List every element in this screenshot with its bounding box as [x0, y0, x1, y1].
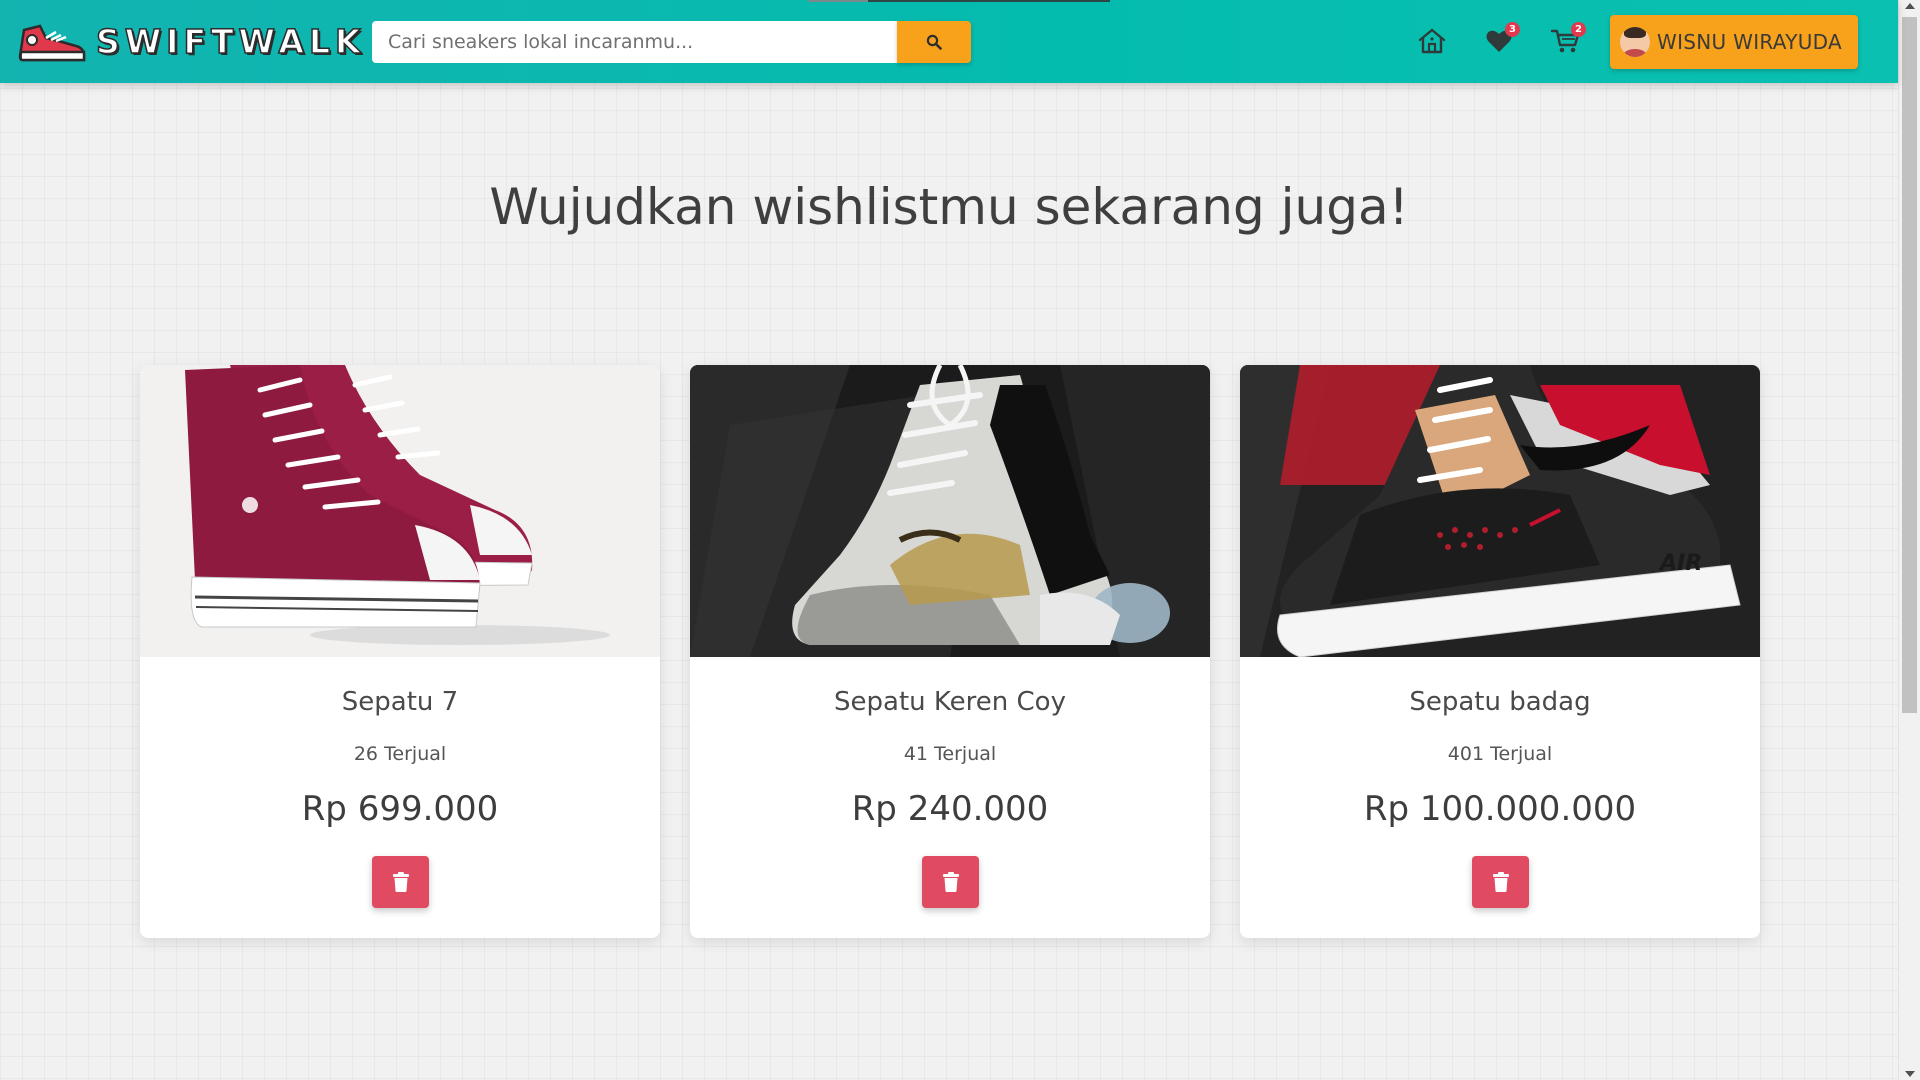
scroll-down-arrow-icon[interactable] — [1905, 1071, 1915, 1077]
trash-icon — [1492, 872, 1509, 892]
product-card[interactable]: AIR Sepatu badag 401 Terjual Rp 100.000.… — [1240, 365, 1760, 938]
product-price: Rp 100.000.000 — [1363, 789, 1637, 829]
brand-link[interactable]: SWIFTWALK — [18, 18, 366, 64]
navbar: SWIFTWALK 3 2 — [0, 0, 1898, 83]
svg-text:AIR: AIR — [1658, 551, 1702, 576]
user-name: WISNU WIRAYUDA — [1657, 30, 1843, 54]
brand-name: SWIFTWALK — [95, 21, 366, 62]
product-sold-count: 401 Terjual — [1447, 743, 1553, 765]
product-card[interactable]: Sepatu 7 26 Terjual Rp 699.000 — [140, 365, 660, 938]
delete-button[interactable] — [1472, 856, 1529, 908]
wishlist-count-badge: 3 — [1505, 22, 1520, 37]
trash-icon — [942, 872, 959, 892]
search-input[interactable] — [372, 21, 897, 63]
search-button[interactable] — [897, 21, 971, 63]
home-icon — [1418, 28, 1446, 54]
search-icon — [926, 34, 942, 50]
product-image[interactable] — [140, 365, 660, 657]
product-sold-count: 26 Terjual — [353, 743, 447, 765]
delete-button[interactable] — [922, 856, 979, 908]
scroll-up-arrow-icon[interactable] — [1905, 3, 1915, 9]
search-bar — [372, 21, 971, 63]
user-menu-button[interactable]: WISNU WIRAYUDA — [1610, 15, 1858, 69]
product-image[interactable]: AIR — [1240, 365, 1760, 657]
home-link[interactable] — [1415, 24, 1449, 58]
product-name: Sepatu 7 — [341, 687, 459, 717]
product-price: Rp 699.000 — [301, 789, 499, 829]
cart-link[interactable]: 2 — [1548, 22, 1586, 58]
product-card[interactable]: Sepatu Keren Coy 41 Terjual Rp 240.000 — [690, 365, 1210, 938]
delete-button[interactable] — [372, 856, 429, 908]
cart-count-badge: 2 — [1571, 22, 1586, 37]
product-name: Sepatu Keren Coy — [834, 687, 1066, 717]
scroll-thumb[interactable] — [1902, 17, 1917, 713]
top-divider — [808, 0, 1110, 2]
product-name: Sepatu badag — [1409, 687, 1591, 717]
scrollbar[interactable] — [1898, 0, 1920, 1080]
product-price: Rp 240.000 — [851, 789, 1049, 829]
avatar — [1620, 27, 1650, 57]
sneaker-logo-icon — [18, 24, 86, 62]
wishlist-link[interactable]: 3 — [1482, 22, 1520, 58]
product-sold-count: 41 Terjual — [903, 743, 997, 765]
product-image[interactable] — [690, 365, 1210, 657]
page-title: Wujudkan wishlistmu sekarang juga! — [489, 178, 1409, 236]
trash-icon — [392, 872, 409, 892]
